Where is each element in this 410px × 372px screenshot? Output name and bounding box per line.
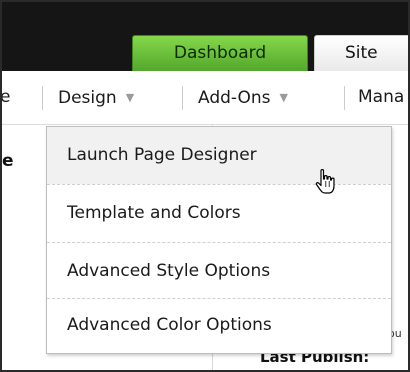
nav-item-design[interactable]: Design ▼ (58, 71, 134, 124)
page-heading-fragment: e (2, 151, 14, 171)
top-bar: Dashboard Site (2, 2, 408, 71)
menu-item-template-and-colors[interactable]: Template and Colors (47, 185, 391, 242)
nav-item-design-label: Design (58, 88, 117, 108)
menu-item-advanced-style-options[interactable]: Advanced Style Options (47, 243, 391, 300)
nav-separator (344, 86, 345, 110)
menu-item-launch-page-designer[interactable]: Launch Page Designer (47, 127, 391, 184)
nav-item-add-ons-label: Add-Ons (198, 88, 271, 108)
chevron-down-icon: ▼ (125, 91, 135, 104)
design-dropdown-menu: Launch Page Designer Template and Colors… (46, 126, 392, 354)
nav-item-add-ons[interactable]: Add-Ons ▼ (198, 71, 288, 124)
nav-item-manage[interactable]: Mana (358, 71, 404, 124)
hand-pointer-icon (315, 169, 335, 194)
menu-item-advanced-color-options[interactable]: Advanced Color Options (47, 297, 391, 354)
chevron-down-icon: ▼ (279, 91, 289, 104)
app-frame: Dashboard Site e Design ▼ Add-Ons ▼ Mana e… (0, 0, 410, 372)
nav-item-partial[interactable]: e (2, 71, 10, 124)
secondary-nav: e Design ▼ Add-Ons ▼ Mana (2, 71, 408, 125)
nav-separator (182, 86, 183, 110)
tab-dashboard[interactable]: Dashboard (132, 35, 308, 71)
nav-separator (42, 86, 43, 110)
tab-site[interactable]: Site (314, 35, 408, 71)
